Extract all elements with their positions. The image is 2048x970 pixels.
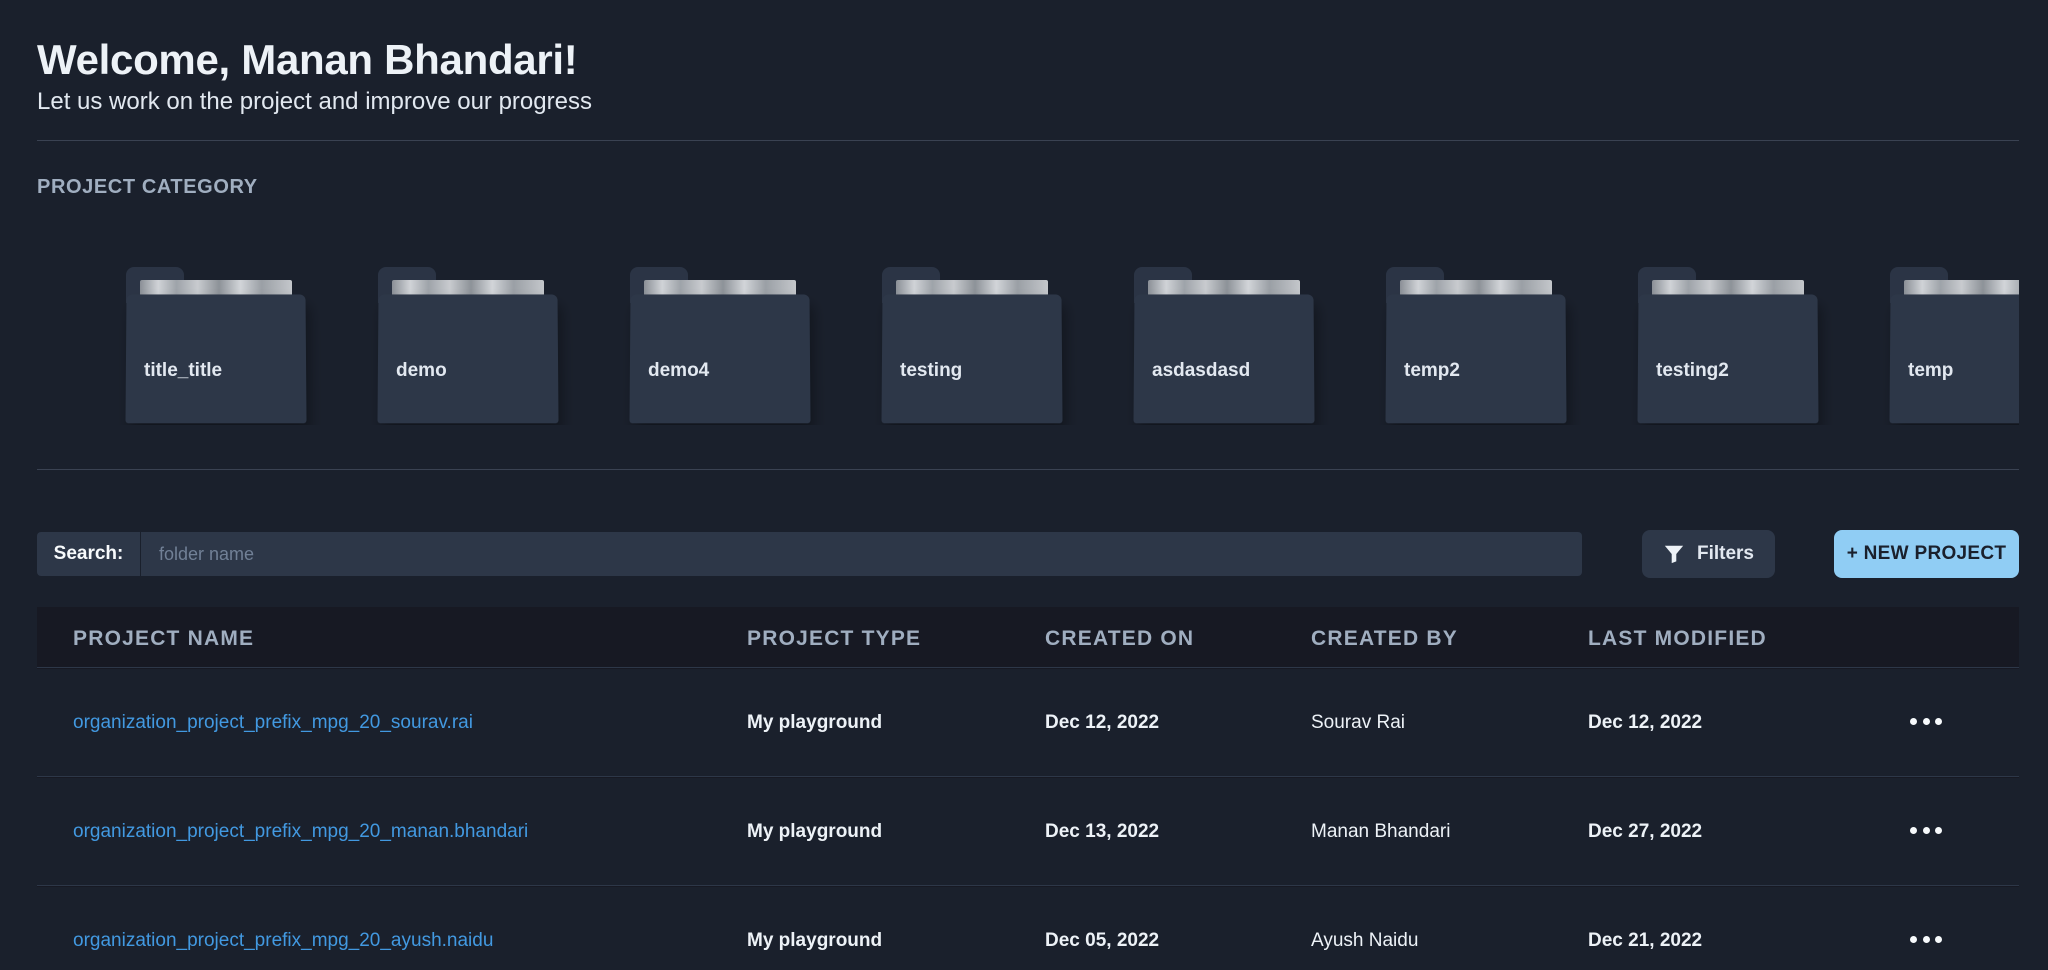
folder-label: testing (900, 360, 963, 381)
project-name-link[interactable]: organization_project_prefix_mpg_20_soura… (73, 712, 473, 734)
folder-body (1637, 294, 1819, 424)
created-on-cell: Dec 12, 2022 (1045, 712, 1160, 733)
created-by-cell: Sourav Rai (1311, 712, 1405, 733)
folder-body (125, 294, 307, 424)
category-divider (37, 469, 2019, 470)
folder-card[interactable]: testing2 (1637, 265, 1819, 425)
table-row[interactable]: organization_project_prefix_mpg_20_ayush… (37, 887, 2019, 970)
folder-card[interactable]: title_title (125, 265, 307, 425)
search-label: Search: (37, 532, 141, 576)
project-type-cell: My playground (747, 930, 883, 951)
created-on-cell: Dec 05, 2022 (1045, 930, 1160, 951)
more-options-icon[interactable] (1910, 709, 1942, 733)
search-input[interactable] (141, 532, 1582, 576)
created-by-cell: Ayush Naidu (1311, 930, 1419, 951)
folder-card[interactable]: demo (377, 265, 559, 425)
new-project-button[interactable]: + NEW PROJECT (1834, 530, 2019, 578)
table-row[interactable]: organization_project_prefix_mpg_20_manan… (37, 778, 2019, 886)
project-name-link[interactable]: organization_project_prefix_mpg_20_ayush… (73, 930, 493, 952)
created-by-cell: Manan Bhandari (1311, 821, 1451, 842)
column-header-created-on[interactable]: CREATED ON (1045, 627, 1194, 651)
more-options-icon[interactable] (1910, 927, 1942, 951)
column-header-project-type[interactable]: PROJECT TYPE (747, 627, 921, 651)
project-category-heading: PROJECT CATEGORY (37, 176, 258, 198)
folder-label: title_title (144, 360, 223, 381)
dashboard-page: Welcome, Manan Bhandari! Let us work on … (37, 0, 2019, 970)
folder-body (1385, 294, 1567, 424)
project-name-link[interactable]: organization_project_prefix_mpg_20_manan… (73, 821, 528, 843)
welcome-title: Welcome, Manan Bhandari! (37, 36, 578, 83)
table-header: PROJECT NAME PROJECT TYPE CREATED ON CRE… (37, 607, 2019, 668)
folder-body (377, 294, 559, 424)
column-header-last-modified[interactable]: LAST MODIFIED (1588, 627, 1767, 651)
folder-body (881, 294, 1063, 424)
last-modified-cell: Dec 27, 2022 (1588, 821, 1703, 842)
folder-card[interactable]: asdasdasd (1133, 265, 1315, 425)
search-bar: Search: (37, 532, 1582, 576)
folder-label: testing2 (1656, 360, 1729, 381)
column-header-created-by[interactable]: CREATED BY (1311, 627, 1458, 651)
folder-label: demo (396, 360, 447, 381)
table-row[interactable]: organization_project_prefix_mpg_20_soura… (37, 669, 2019, 777)
folder-label: asdasdasd (1152, 360, 1251, 381)
last-modified-cell: Dec 12, 2022 (1588, 712, 1703, 733)
folder-body (1889, 294, 2019, 424)
folder-card[interactable]: testing (881, 265, 1063, 425)
folder-card[interactable]: temp (1889, 265, 2019, 425)
folder-carousel: title_title demo demo4 testing asdasdasd (37, 265, 2019, 425)
more-options-icon[interactable] (1910, 818, 1942, 842)
projects-table: PROJECT NAME PROJECT TYPE CREATED ON CRE… (37, 607, 2019, 970)
folder-card[interactable]: temp2 (1385, 265, 1567, 425)
filters-label: Filters (1696, 543, 1755, 564)
folder-body (629, 294, 811, 424)
folder-card[interactable]: demo4 (629, 265, 811, 425)
created-on-cell: Dec 13, 2022 (1045, 821, 1160, 842)
folder-label: temp2 (1404, 360, 1460, 381)
folder-label: temp (1908, 360, 1954, 381)
filters-button[interactable]: Filters (1642, 530, 1775, 578)
welcome-subtitle: Let us work on the project and improve o… (37, 88, 592, 115)
project-type-cell: My playground (747, 821, 883, 842)
filter-icon (1664, 545, 1684, 564)
header-divider (37, 140, 2019, 141)
folder-label: demo4 (648, 360, 710, 381)
project-type-cell: My playground (747, 712, 883, 733)
column-header-project-name[interactable]: PROJECT NAME (73, 627, 254, 651)
folder-body (1133, 294, 1315, 424)
last-modified-cell: Dec 21, 2022 (1588, 930, 1703, 951)
